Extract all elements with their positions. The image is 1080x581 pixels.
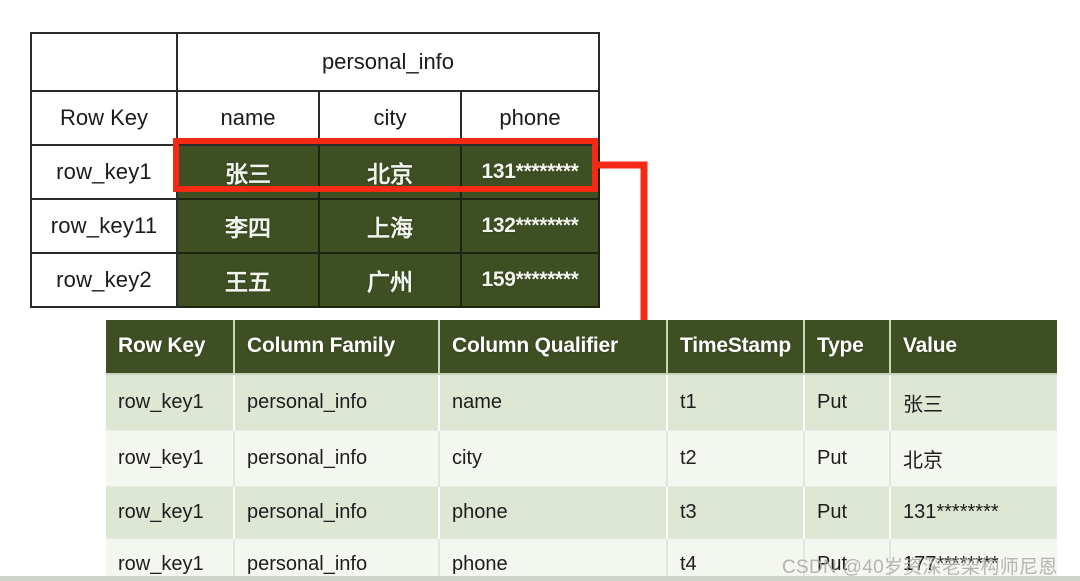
cell-city: 广州 [318,252,462,308]
kv-header-type: Type [804,320,891,375]
cell-row-key: row_key2 [30,252,178,308]
kv-cell-row-key: row_key1 [106,374,235,431]
kv-cell-value: 131******** [890,486,1057,539]
table-row: row_key1 personal_info city t2 Put 北京 [106,430,1057,487]
kv-cell-family: personal_info [234,486,440,539]
cell-row-key: row_key1 [30,144,178,200]
table-row: row_key1 personal_info name t1 Put 张三 [106,374,1057,431]
table-row: row_key2 王五 广州 159******** [30,252,600,308]
cell-name: 王五 [176,252,320,308]
kv-cell-type: Put [804,430,891,487]
cell-city: 北京 [318,144,462,200]
header-cell-city: city [318,90,462,146]
kv-cell-qualifier: phone [439,486,668,539]
kv-cell-qualifier: city [439,430,668,487]
header-cell-row-key: Row Key [30,90,178,146]
kv-cell-type: Put [804,486,891,539]
kv-cell-type: Put [804,374,891,431]
table-row: row_key1 personal_info phone t4 Put 177*… [106,538,1057,581]
cell-city: 上海 [318,198,462,254]
cell-name: 李四 [176,198,320,254]
header-cell-name: name [176,90,320,146]
kv-view-table-container: Row Key Column Family Column Qualifier T… [106,320,1057,581]
kv-header-value: Value [890,320,1057,375]
diagram-canvas: personal_info Row Key name city phone ro… [0,0,1080,581]
cell-phone: 131******** [460,144,600,200]
kv-header-timestamp: TimeStamp [667,320,805,375]
kv-cell-family: personal_info [234,374,440,431]
table-row-header: Row Key name city phone [30,90,600,146]
header-cell-phone: phone [460,90,600,146]
kv-cell-row-key: row_key1 [106,486,235,539]
kv-cell-qualifier: name [439,374,668,431]
kv-header-column-family: Column Family [234,320,440,375]
column-family-header: personal_info [176,32,600,92]
kv-cell-timestamp: t2 [667,430,805,487]
kv-cell-timestamp: t4 [667,538,805,581]
kv-header-row: Row Key Column Family Column Qualifier T… [106,320,1057,375]
kv-view-table: Row Key Column Family Column Qualifier T… [106,320,1057,581]
empty-corner-cell [30,32,178,92]
kv-cell-row-key: row_key1 [106,430,235,487]
kv-cell-timestamp: t3 [667,486,805,539]
kv-cell-value: 北京 [890,430,1057,487]
kv-cell-qualifier: phone [439,538,668,581]
table-row: row_key1 张三 北京 131******** [30,144,600,200]
kv-cell-type: Put [804,538,891,581]
cell-row-key: row_key11 [30,198,178,254]
kv-cell-family: personal_info [234,430,440,487]
table-row: row_key1 personal_info phone t3 Put 131*… [106,486,1057,539]
cell-name: 张三 [176,144,320,200]
kv-header-row-key: Row Key [106,320,235,375]
logical-view-table: personal_info Row Key name city phone ro… [30,32,600,308]
kv-cell-row-key: row_key1 [106,538,235,581]
kv-cell-value: 177******** [890,538,1057,581]
cell-phone: 159******** [460,252,600,308]
connector-arrow-icon [592,161,648,330]
kv-cell-family: personal_info [234,538,440,581]
table-row-column-family: personal_info [30,32,600,92]
kv-header-column-qualifier: Column Qualifier [439,320,668,375]
kv-cell-timestamp: t1 [667,374,805,431]
kv-cell-value: 张三 [890,374,1057,431]
bottom-strip [0,576,1080,581]
table-row: row_key11 李四 上海 132******** [30,198,600,254]
cell-phone: 132******** [460,198,600,254]
